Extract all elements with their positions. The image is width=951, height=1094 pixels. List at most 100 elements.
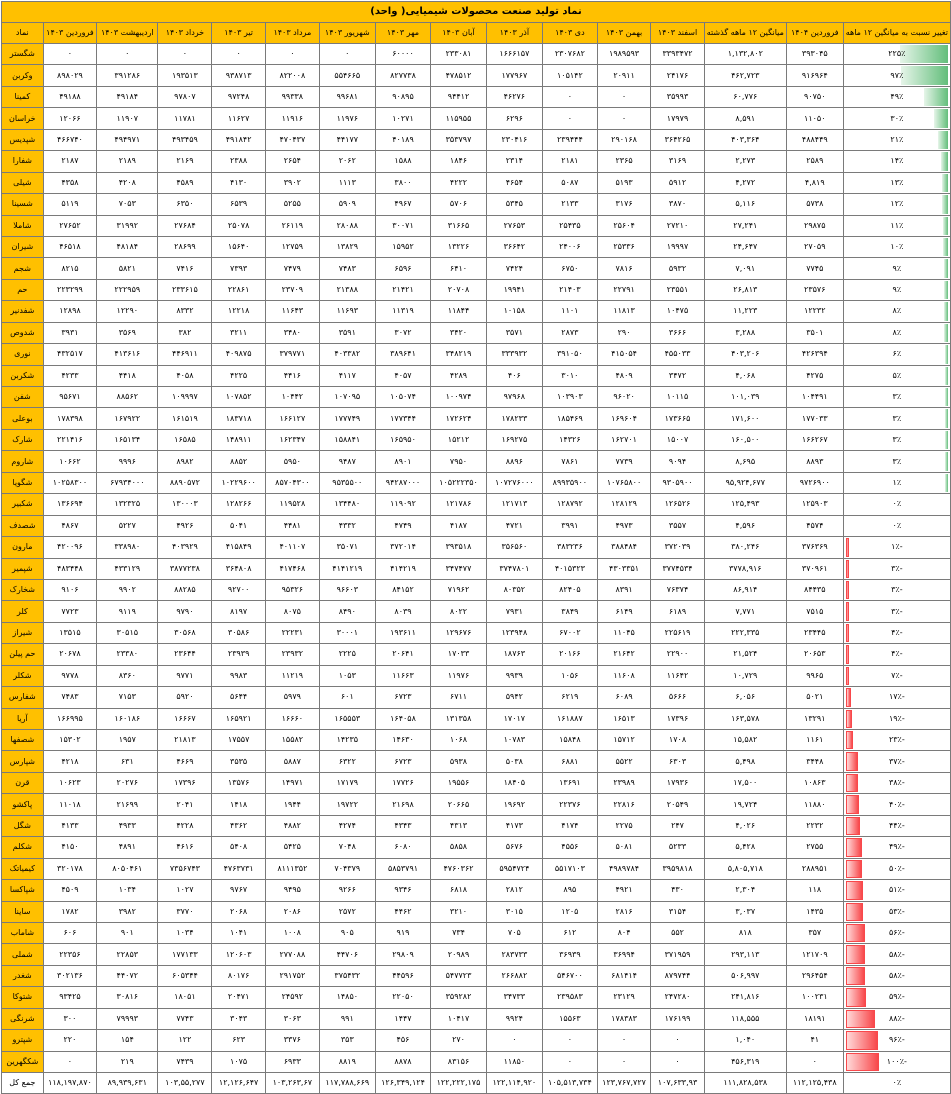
value-cell[interactable]: ۴۰۱۸۹ <box>374 128 432 152</box>
change-cell[interactable]: ۸٪ <box>842 300 951 323</box>
value-cell[interactable]: ۳۵۹۲۸۲ <box>430 986 487 1009</box>
value-cell[interactable]: ۱۹۴۴ <box>264 793 320 816</box>
value-cell[interactable]: ۱۰۷۰۹۵ <box>318 385 376 409</box>
value-cell[interactable]: ۴۱۷۴۶۸ <box>264 557 320 580</box>
value-cell[interactable]: ۲۶,۸۱۳ <box>703 278 787 302</box>
value-cell[interactable]: ۶۲۱۹ <box>541 686 598 709</box>
symbol-cell[interactable]: شگویا <box>1 471 44 495</box>
value-cell[interactable]: ۳۰۶۳ <box>264 1007 320 1031</box>
value-cell[interactable]: ۵۹۴۲ <box>485 686 543 709</box>
change-cell[interactable]: ۲۲۵٪ <box>842 42 951 66</box>
value-cell[interactable]: ۲۷۶۵۳ <box>485 214 543 237</box>
value-cell[interactable]: ۲۶۱۱۹ <box>264 214 320 237</box>
value-cell[interactable]: ۱۷۸۲۳۳ <box>485 407 543 430</box>
value-cell[interactable]: ۱۷۷۰۳۳ <box>785 407 844 430</box>
value-cell[interactable]: ۷۷۴۳ <box>157 1007 213 1031</box>
value-cell[interactable]: ۹۵۳۵۵۰۰ <box>318 471 376 495</box>
value-cell[interactable]: ۰ <box>596 107 652 130</box>
value-cell[interactable]: ۳۸۷۰ <box>650 193 705 216</box>
change-cell[interactable]: -۵۸٪ <box>842 964 951 988</box>
value-cell[interactable]: ۸۶,۹۱۴ <box>703 578 787 602</box>
value-cell[interactable]: ۲۵۰۷۸ <box>211 214 266 237</box>
value-cell[interactable]: ۱۹۵۷ <box>96 728 159 752</box>
value-cell[interactable]: ۱۷۵۵۷ <box>211 728 266 752</box>
value-cell[interactable]: ۵۲۳۳ <box>650 836 705 859</box>
value-cell[interactable]: ۹۹۳۳۸ <box>264 85 320 109</box>
value-cell[interactable]: ۵۹۲۰ <box>157 686 213 709</box>
change-cell[interactable]: ۳٪ <box>842 407 951 430</box>
value-cell[interactable]: ۳۰۷۲ <box>374 321 432 345</box>
value-cell[interactable]: ۱۳۵۷۶ <box>211 771 266 795</box>
change-cell[interactable]: ۹٪ <box>842 257 951 280</box>
value-cell[interactable]: ۱۶۴۰۵۸ <box>374 707 432 731</box>
value-cell[interactable]: ۱۸۷۶۳ <box>485 643 543 666</box>
value-cell[interactable]: ۴۶۶۹ <box>157 750 213 773</box>
value-cell[interactable]: ۱۱۲,۱۲۵,۴۳۸ <box>785 1071 844 1094</box>
value-cell[interactable]: ۸۰۷۵ <box>264 600 320 623</box>
change-cell[interactable]: ۹۷٪ <box>842 64 951 87</box>
value-cell[interactable]: ۴۴۱۷۷ <box>318 128 376 152</box>
value-cell[interactable]: ۲۰۶۴۱ <box>374 643 432 666</box>
value-cell[interactable]: ۹۰۵ <box>318 921 376 945</box>
value-cell[interactable]: ۶۸۱۴۱۴ <box>596 964 652 988</box>
change-cell[interactable]: -۵۳٪ <box>842 900 951 923</box>
value-cell[interactable]: ۲۴۷ <box>650 814 705 838</box>
value-cell[interactable]: ۴۵۶ <box>374 1029 432 1052</box>
value-cell[interactable]: ۸۹۸۰۲۹ <box>42 64 98 87</box>
value-cell[interactable]: ۱۲۲ <box>157 1029 213 1052</box>
value-cell[interactable]: ۱۰۲۷ <box>157 879 213 902</box>
value-cell[interactable]: ۳۶۶۴۲ <box>485 235 543 259</box>
symbol-cell[interactable]: شاملا <box>1 214 44 237</box>
value-cell[interactable]: ۱۶۶۶۷ <box>157 707 213 731</box>
value-cell[interactable]: ۳۵۹۹۳ <box>650 85 705 109</box>
value-cell[interactable]: ۵۹۷۹ <box>264 686 320 709</box>
value-cell[interactable]: ۱۴۲۳۵ <box>318 728 376 752</box>
value-cell[interactable]: ۴۵۰۹ <box>42 879 98 902</box>
value-cell[interactable]: ۶۷۵۰ <box>541 257 598 280</box>
value-cell[interactable]: ۹۹۰۲ <box>96 578 159 602</box>
value-cell[interactable]: ۵۹۳۲ <box>650 257 705 280</box>
value-cell[interactable]: ۰ <box>42 1050 98 1074</box>
value-cell[interactable]: ۲۳۹۳۹ <box>211 643 266 666</box>
value-cell[interactable]: ۸۹۰۱ <box>374 450 432 473</box>
value-cell[interactable]: ۱,۰۴۰ <box>703 1029 787 1052</box>
value-cell[interactable]: ۲۲۷۵ <box>596 814 652 838</box>
value-cell[interactable]: ۸۰۱۷۶ <box>211 964 266 988</box>
value-cell[interactable]: ۰ <box>541 1050 598 1074</box>
value-cell[interactable]: ۱۱,۲۲۳ <box>703 300 787 323</box>
value-cell[interactable]: ۵۴۰۸ <box>211 836 266 859</box>
value-cell[interactable]: ۴۹۱۸۴ <box>96 85 159 109</box>
change-cell[interactable]: ۴۹٪ <box>842 85 951 109</box>
value-cell[interactable]: ۶۱۲ <box>541 921 598 945</box>
value-cell[interactable]: ۲۱۶۹۸ <box>374 793 432 816</box>
value-cell[interactable]: ۱۰۶۲۳ <box>42 771 98 795</box>
value-cell[interactable]: ۴۰۵۸ <box>157 364 213 388</box>
value-cell[interactable]: ۱۰۷۵ <box>211 1050 266 1074</box>
symbol-cell[interactable]: شپارس <box>1 750 44 773</box>
value-cell[interactable]: ۳۱۷۶ <box>596 193 652 216</box>
value-cell[interactable]: ۳۵۹۱ <box>318 321 376 345</box>
change-cell[interactable]: ۵٪ <box>842 364 951 388</box>
value-cell[interactable]: ۴۲۰۰۹۶ <box>42 536 98 559</box>
value-cell[interactable]: ۱۰۹۹۹۷ <box>157 385 213 409</box>
column-header[interactable]: فروردین ۱۴۰۴ <box>785 22 844 44</box>
value-cell[interactable]: ۹۱۱۹ <box>96 600 159 623</box>
value-cell[interactable]: ۱۲۳۹۴۸ <box>485 621 543 645</box>
value-cell[interactable]: ۲۲۱۴۱۶ <box>42 428 98 452</box>
symbol-cell[interactable]: شصفها <box>1 728 44 752</box>
value-cell[interactable]: ۱۳۸۲۹ <box>318 235 376 259</box>
value-cell[interactable]: ۸۰۵۰۴۶۱ <box>96 857 159 881</box>
value-cell[interactable]: ۴۸۳۴۴۸ <box>42 557 98 580</box>
value-cell[interactable]: ۲۷۵۵ <box>785 836 844 859</box>
value-cell[interactable]: ۲۲۸۵۳ <box>96 943 159 966</box>
value-cell[interactable]: ۵۸۵۳۷۹۱ <box>374 857 432 881</box>
symbol-cell[interactable]: شیلی <box>1 171 44 195</box>
value-cell[interactable]: ۴۱۸۷ <box>430 514 487 538</box>
value-cell[interactable]: ۳۹۳۵۱۸ <box>430 536 487 559</box>
value-cell[interactable]: ۹۰۷۵۰ <box>785 85 844 109</box>
value-cell[interactable]: ۵۸۸۷ <box>264 750 320 773</box>
value-cell[interactable]: ۶۸۸۱ <box>541 750 598 773</box>
value-cell[interactable]: ۲۵۷۲ <box>318 900 376 923</box>
value-cell[interactable]: ۲۰۶۶۵ <box>430 793 487 816</box>
value-cell[interactable]: ۴۸۶۷ <box>42 514 98 538</box>
